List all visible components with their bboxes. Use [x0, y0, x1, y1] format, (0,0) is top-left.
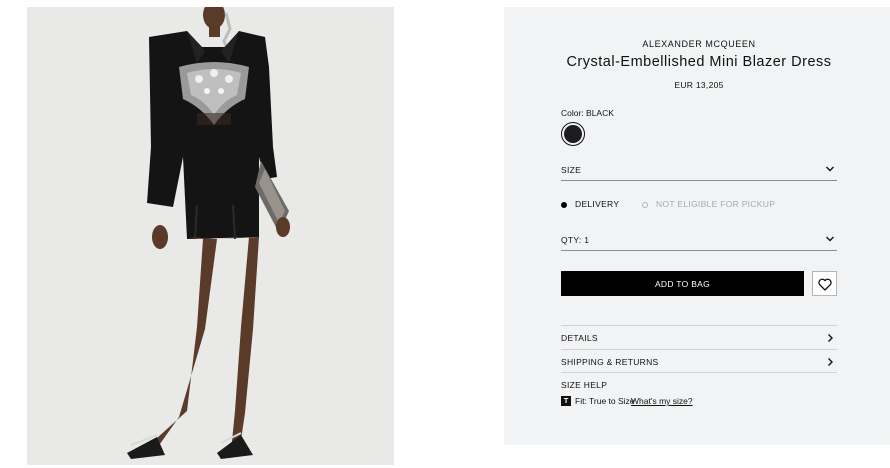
fit-badge-icon: T [561, 396, 571, 406]
details-accordion[interactable]: DETAILS [561, 325, 837, 349]
size-dropdown[interactable]: SIZE [561, 161, 837, 181]
details-label: DETAILS [561, 333, 598, 343]
delivery-label: DELIVERY [575, 199, 620, 209]
size-dropdown-label: SIZE [561, 165, 582, 175]
wishlist-button[interactable] [812, 271, 837, 296]
radio-disabled-icon [642, 202, 648, 208]
chevron-right-icon [828, 358, 833, 366]
product-brand[interactable]: ALEXANDER MCQUEEN [504, 39, 890, 49]
radio-selected-icon [561, 202, 567, 208]
color-swatch-black[interactable] [561, 122, 585, 146]
chevron-down-icon [826, 166, 834, 172]
product-price: EUR 13,205 [674, 80, 724, 90]
color-swatch-fill [564, 125, 582, 143]
product-title: Crystal-Embellished Mini Blazer Dress [566, 54, 832, 70]
fit-text: Fit: True to Size [575, 396, 635, 406]
quantity-dropdown[interactable]: QTY: 1 [561, 231, 837, 251]
size-help-heading: SIZE HELP [561, 380, 608, 390]
shipping-returns-accordion[interactable]: SHIPPING & RETURNS [561, 349, 837, 373]
product-image-figure [27, 7, 394, 465]
chevron-down-icon [826, 236, 834, 242]
chevron-right-icon [828, 334, 833, 342]
pickup-label: NOT ELIGIBLE FOR PICKUP [656, 199, 776, 209]
product-image[interactable] [27, 7, 394, 465]
add-to-bag-button[interactable]: ADD TO BAG [561, 271, 804, 296]
shipping-returns-label: SHIPPING & RETURNS [561, 357, 659, 367]
whats-my-size-link[interactable]: What's my size? [631, 396, 693, 406]
color-label: Color: BLACK [561, 108, 614, 118]
heart-icon [818, 278, 832, 291]
product-info-panel: ALEXANDER MCQUEEN Crystal-Embellished Mi… [504, 7, 890, 445]
quantity-dropdown-label: QTY: 1 [561, 235, 590, 245]
